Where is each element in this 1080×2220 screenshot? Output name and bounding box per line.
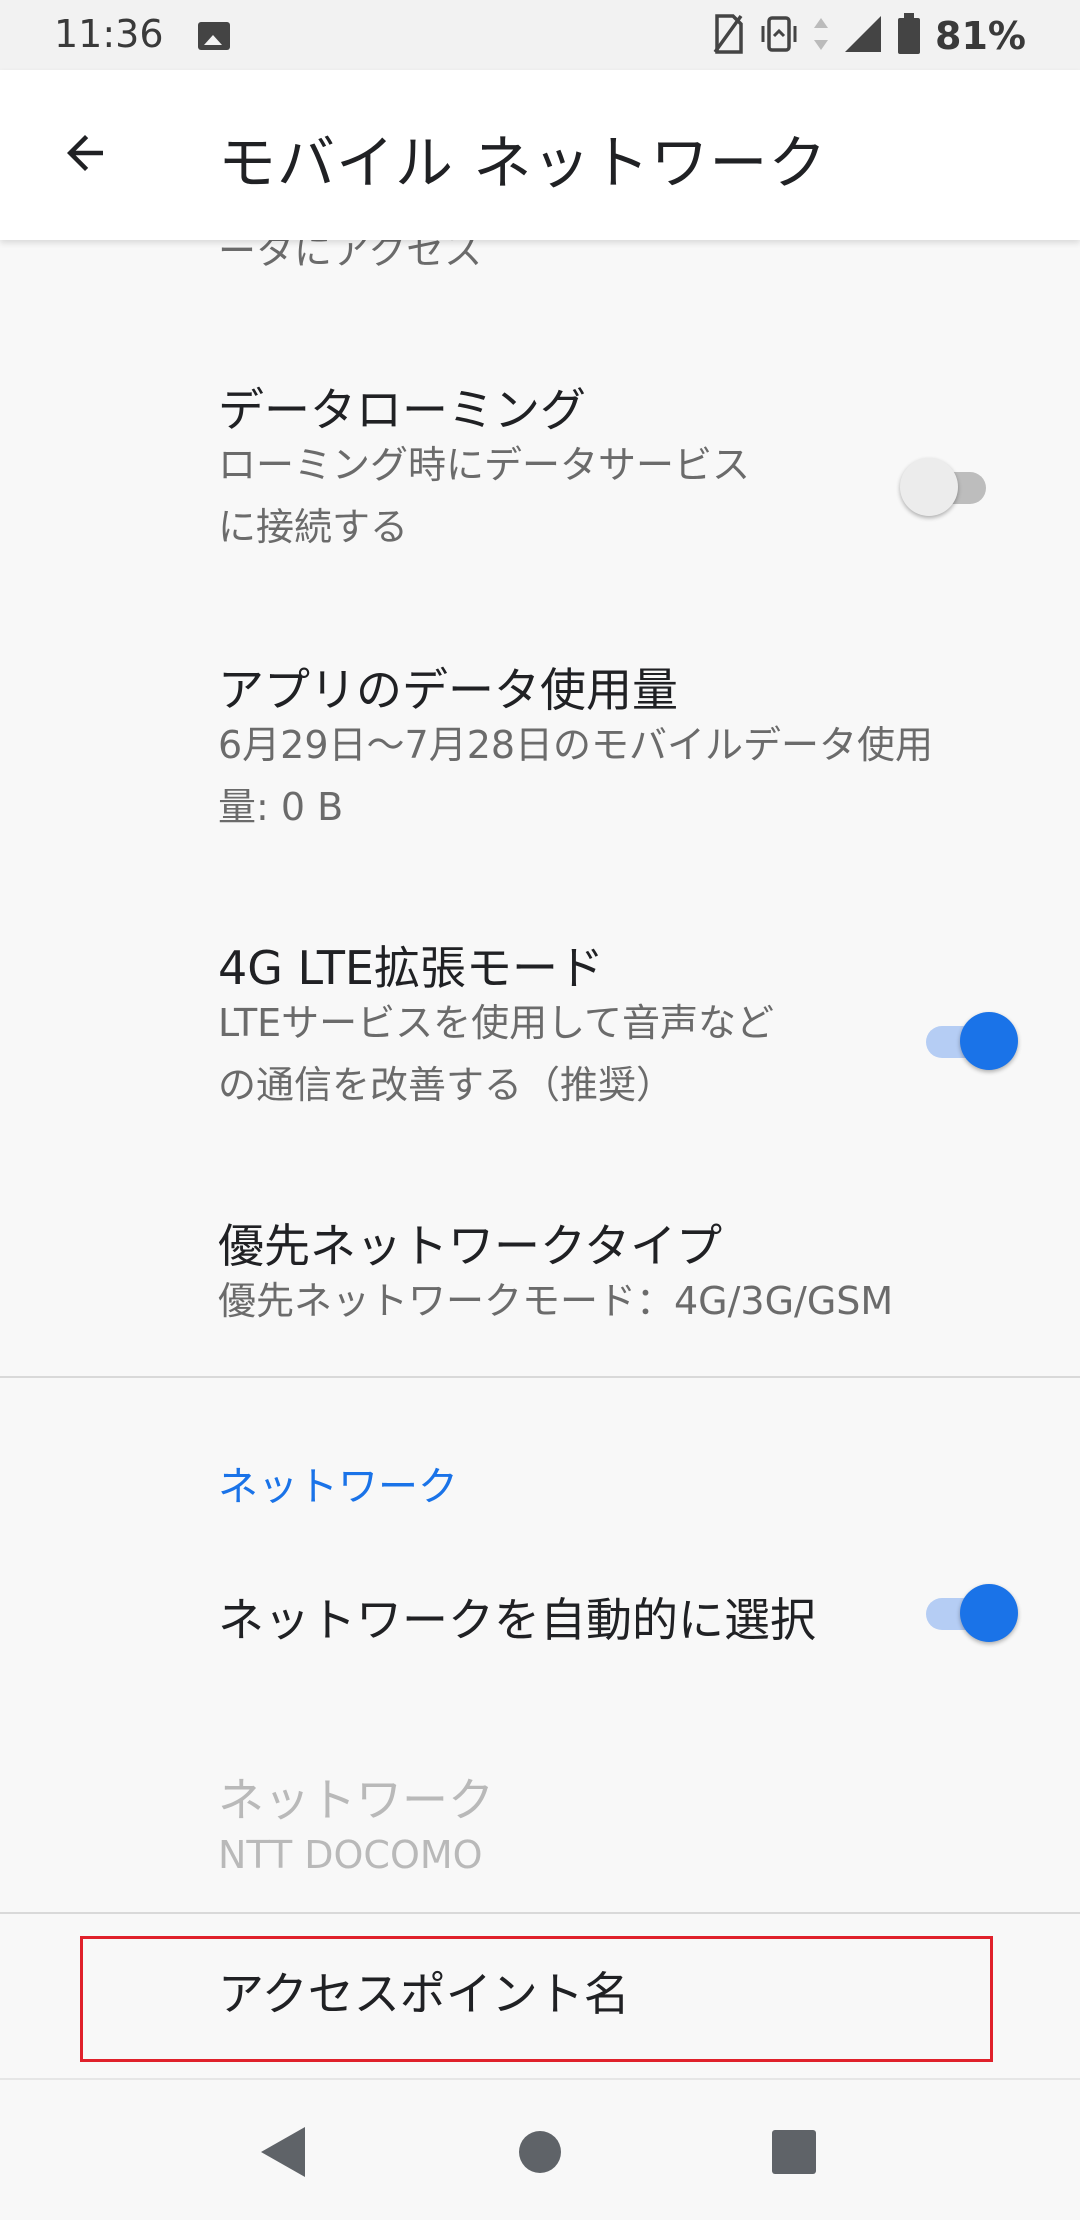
sim-off-icon [711,14,745,58]
app-bar: モバイル ネットワーク [0,70,1080,240]
data-roaming-subtitle-1: ローミング時にデータサービス [218,443,751,487]
image-icon [198,22,230,50]
nav-back-button[interactable] [250,2120,314,2184]
page-title: モバイル ネットワーク [218,129,828,197]
network-operator-subtitle: NTT DOCOMO [218,1833,483,1877]
partial-item-subtitle: ータにアクセス [218,240,483,273]
app-data-usage-subtitle-2: 量: 0 B [218,785,344,829]
network-operator-title: ネットワーク [218,1773,494,1827]
data-roaming-title: データローミング [218,383,586,437]
lte-mode-item[interactable]: 4G LTE拡張モード LTEサービスを使用して音声など の通信を改善する（推奨… [0,908,1080,1128]
battery-icon [897,13,921,59]
settings-list[interactable]: ータにアクセス データローミング ローミング時にデータサービス に接続する アプ… [0,240,1080,2078]
app-data-usage-subtitle-1: 6月29日〜7月28日のモバイルデータ使用 [218,723,934,767]
preferred-network-item[interactable]: 優先ネットワークタイプ 優先ネットワークモード：4G/3G/GSM [0,1186,1080,1326]
signal-icon [843,14,883,58]
divider [0,1376,1080,1378]
toggle-thumb [960,1012,1018,1070]
status-bar: 11:36 81% [0,0,1080,70]
network-section-header: ネットワーク [218,1464,458,1510]
toggle-thumb [960,1584,1018,1642]
lte-mode-subtitle-2: の通信を改善する（推奨） [218,1063,675,1107]
auto-select-title: ネットワークを自動的に選択 [218,1593,816,1647]
recents-square-icon [772,2130,816,2174]
lte-mode-title: 4G LTE拡張モード [218,941,604,995]
auto-select-toggle[interactable] [922,1582,1018,1642]
data-roaming-subtitle-2: に接続する [218,505,409,549]
back-triangle-icon [261,2127,305,2177]
vibrate-icon [759,14,799,58]
app-data-usage-title: アプリのデータ使用量 [218,663,678,717]
preferred-network-subtitle: 優先ネットワークモード：4G/3G/GSM [218,1279,894,1323]
data-arrows-icon [813,14,829,58]
auto-select-network-item[interactable]: ネットワークを自動的に選択 [0,1560,1080,1680]
navigation-bar [0,2078,1080,2220]
nav-recents-button[interactable] [762,2120,826,2184]
list-item-partial[interactable]: ータにアクセス [0,240,1080,300]
lte-mode-toggle[interactable] [922,1010,1018,1070]
highlight-box [80,1936,993,2062]
app-data-usage-item[interactable]: アプリのデータ使用量 6月29日〜7月28日のモバイルデータ使用 量: 0 B [0,630,1080,850]
network-operator-item: ネットワーク NTT DOCOMO [0,1740,1080,1880]
data-roaming-item[interactable]: データローミング ローミング時にデータサービス に接続する [0,350,1080,570]
preferred-network-title: 優先ネットワークタイプ [218,1219,723,1273]
home-circle-icon [519,2131,561,2173]
toggle-thumb [900,458,958,516]
nav-home-button[interactable] [508,2120,572,2184]
battery-percent: 81% [935,14,1026,58]
back-button[interactable] [52,120,118,186]
lte-mode-subtitle-1: LTEサービスを使用して音声など [218,1001,775,1045]
data-roaming-toggle[interactable] [900,456,996,516]
status-icons: 81% [711,13,1026,59]
status-time: 11:36 [54,12,164,56]
arrow-back-icon [67,135,103,171]
